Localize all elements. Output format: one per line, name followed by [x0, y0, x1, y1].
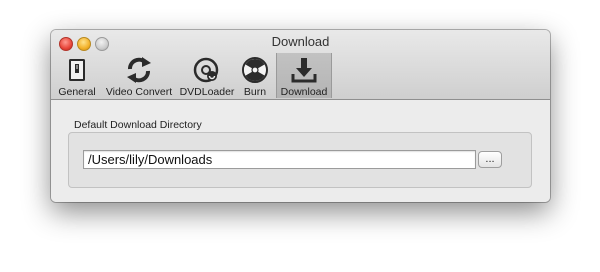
tab-burn-label: Burn — [243, 86, 267, 98]
tab-general-label: General — [58, 86, 96, 98]
download-directory-group: ... — [68, 132, 532, 188]
tab-dvdloader-label: DVDLoader — [179, 86, 235, 98]
tab-download-label: Download — [280, 86, 328, 98]
preferences-window: Download General Video Convert DVDLoader… — [51, 30, 550, 202]
toolbar: Download General Video Convert DVDLoader… — [51, 30, 550, 100]
download-settings-panel: Default Download Directory ... — [51, 100, 550, 202]
disc-icon — [193, 57, 219, 83]
browse-button[interactable]: ... — [478, 151, 502, 168]
download-directory-field[interactable] — [83, 150, 476, 169]
tab-dvdloader[interactable]: DVDLoader — [179, 53, 235, 98]
window-title: Download — [271, 34, 330, 49]
tab-general[interactable]: General — [57, 53, 97, 98]
group-label: Default Download Directory — [74, 119, 202, 131]
refresh-arrows-icon — [127, 57, 151, 83]
tab-video-convert-label: Video Convert — [105, 86, 173, 98]
switch-icon — [69, 59, 85, 81]
radiation-icon — [242, 57, 268, 83]
tab-download[interactable]: Download — [276, 53, 332, 98]
tab-burn[interactable]: Burn — [239, 53, 271, 98]
download-arrow-icon — [291, 58, 317, 83]
tab-video-convert[interactable]: Video Convert — [102, 53, 176, 98]
